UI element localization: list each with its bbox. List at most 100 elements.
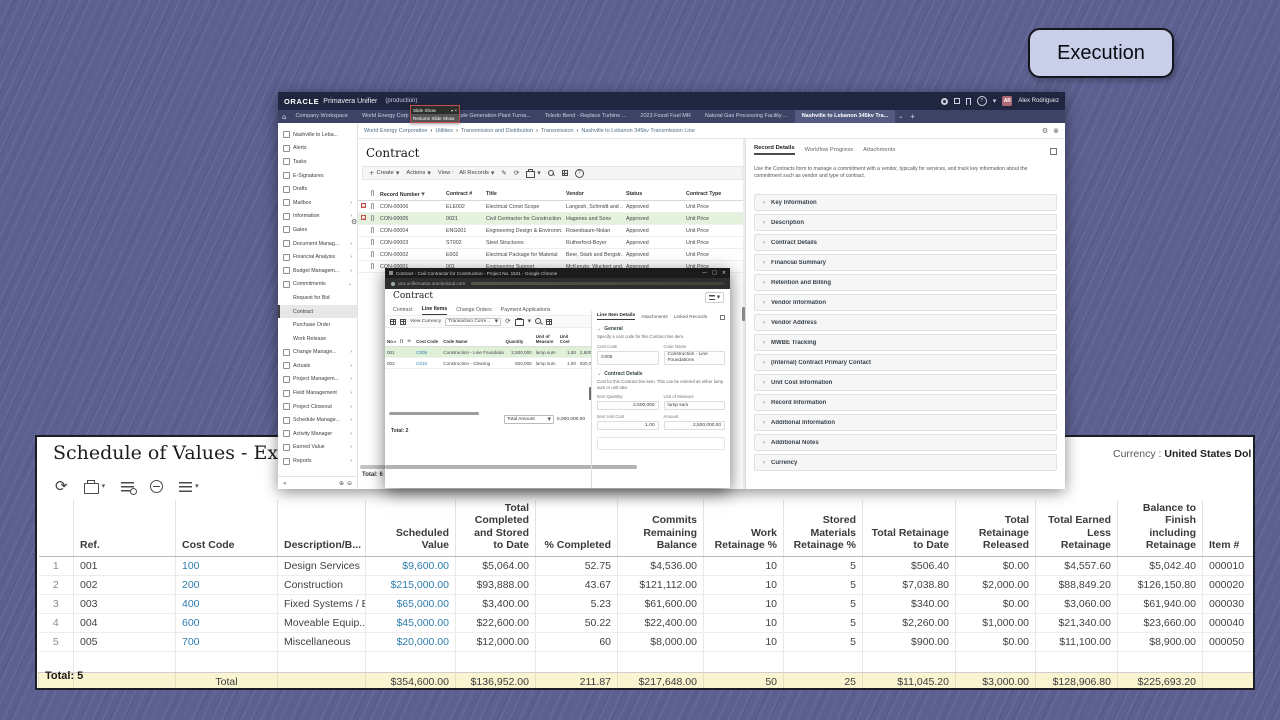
- sidebar-item[interactable]: Activity Manager ›: [278, 427, 357, 441]
- collapsible-section[interactable]: › Key Information: [754, 194, 1057, 211]
- col-no[interactable]: No.▾: [385, 330, 398, 347]
- collapsible-section[interactable]: › Vendor Address: [754, 314, 1057, 331]
- sidebar-item[interactable]: Project Closeout ›: [278, 400, 357, 414]
- collapsible-section[interactable]: › Description: [754, 214, 1057, 231]
- collapsible-section[interactable]: › Vendor Information: [754, 294, 1057, 311]
- table-scrollbar[interactable]: [389, 412, 479, 415]
- lineitem-row[interactable]: 001 C005 Construction - Line Foundations…: [385, 347, 591, 358]
- user-name[interactable]: Alex Rodriguez: [1018, 98, 1059, 104]
- collapsible-section[interactable]: › Financial Summary: [754, 254, 1057, 271]
- view-menu-button[interactable]: ▾: [179, 482, 199, 492]
- record-number-cell[interactable]: CON-00006: [377, 201, 443, 213]
- col-cost-code[interactable]: Cost Code: [176, 500, 278, 556]
- sidebar-item[interactable]: Information ›: [278, 210, 357, 224]
- lineitem-row[interactable]: 002 C010 Construction - Clearing 500,000…: [385, 358, 591, 369]
- sidebar-item[interactable]: Drafts: [278, 182, 357, 196]
- project-tab[interactable]: 2023 Fossil Fuel MR: [633, 110, 697, 123]
- col-vendor[interactable]: Vendor: [563, 188, 623, 201]
- popup-tab[interactable]: Payment Applications: [501, 307, 551, 315]
- collapsible-section[interactable]: › (Internal) Contract Primary Contact: [754, 354, 1057, 371]
- col-commits-remaining[interactable]: Commits Remaining Balance: [618, 500, 704, 556]
- contract-row[interactable]: CON-00005 0021 Civil Contractor for Cons…: [358, 213, 745, 225]
- col-record-number[interactable]: Record Number ▾: [377, 188, 443, 201]
- contract-row[interactable]: CON-00002 E002 Electrical Package for Ma…: [358, 249, 745, 261]
- currency-select[interactable]: Transaction Curre...▾: [445, 318, 501, 326]
- lineitem-details-tab[interactable]: Linked Records: [674, 315, 707, 320]
- cost-code-cell[interactable]: C010: [414, 358, 441, 369]
- collapsible-section[interactable]: › Currency: [754, 454, 1057, 471]
- grid-view-icon[interactable]: [390, 319, 396, 325]
- expand-icon[interactable]: [720, 315, 725, 320]
- sov-row[interactable]: 3 003 400 Fixed Systems / E... $65,000.0…: [39, 594, 1253, 613]
- collapse-sidebar-icon[interactable]: «: [283, 480, 287, 487]
- collapse-icon[interactable]: [150, 480, 163, 493]
- columns-icon[interactable]: [546, 319, 552, 325]
- col-retainage-to-date[interactable]: Total Retainage to Date: [863, 500, 956, 556]
- popup-urlbar[interactable]: us1.unifieruatos.oraclecloud.com: [385, 278, 730, 289]
- col-amount-clipped[interactable]: [578, 330, 591, 347]
- home-icon[interactable]: ⌂: [282, 113, 286, 121]
- col-retainage-released[interactable]: Total Retainage Released: [956, 500, 1036, 556]
- col-scheduled-value[interactable]: Scheduled Value: [366, 500, 456, 556]
- project-tab[interactable]: Toledo Bend - Replace Turbine ...: [538, 110, 634, 123]
- sidebar-item[interactable]: Work Release: [278, 332, 357, 346]
- add-tab-icon[interactable]: +: [910, 112, 915, 121]
- collapsible-section[interactable]: › Additional Notes: [754, 434, 1057, 451]
- maximize-icon[interactable]: □: [712, 270, 717, 276]
- zoom-in-icon[interactable]: ⊕: [339, 480, 344, 487]
- record-number-cell[interactable]: CON-00004: [377, 225, 443, 237]
- expand-icon[interactable]: [1050, 148, 1057, 155]
- col-cost-code[interactable]: Cost Code: [414, 330, 441, 347]
- sidebar-item[interactable]: Reports ›: [278, 454, 357, 468]
- col-ref[interactable]: Ref.: [74, 500, 176, 556]
- breadcrumb-item[interactable]: Transmission and Distribution: [453, 128, 533, 134]
- general-section-header[interactable]: ⌄ General: [597, 326, 725, 332]
- view-select[interactable]: View : All Records▾: [438, 170, 494, 177]
- sidebar-item[interactable]: Project Managem... ›: [278, 373, 357, 387]
- popup-tab[interactable]: Contract: [393, 307, 413, 315]
- collapsible-section[interactable]: › Record Information: [754, 394, 1057, 411]
- close-icon[interactable]: ×: [454, 108, 457, 113]
- col-pct-completed[interactable]: % Completed: [536, 500, 618, 556]
- record-number-cell[interactable]: CON-00003: [377, 237, 443, 249]
- col-work-retainage[interactable]: Work Retainage %: [704, 500, 784, 556]
- popup-tab[interactable]: Change Orders: [456, 307, 491, 315]
- chevron-down-icon[interactable]: ▾: [451, 108, 453, 113]
- sidebar-item[interactable]: Gates: [278, 223, 357, 237]
- col-item-number[interactable]: Item #: [1203, 500, 1253, 556]
- item-unit-cost-field[interactable]: 1.00: [597, 421, 659, 430]
- sidebar-item[interactable]: Request for Bid: [278, 291, 357, 305]
- sidebar-item[interactable]: Commitments ⌄: [278, 278, 357, 292]
- sidebar-item[interactable]: Change Manage... ›: [278, 346, 357, 360]
- tab-list-icon[interactable]: ⌄: [898, 114, 903, 120]
- project-tab[interactable]: World Energy Corp: [355, 110, 416, 123]
- col-unit-cost[interactable]: Unit Cost: [558, 330, 578, 347]
- cost-code-cell[interactable]: C005: [414, 347, 441, 358]
- sidebar-item[interactable]: Budget Managem... ›: [278, 264, 357, 278]
- sidebar-item[interactable]: Mailbox ›: [278, 196, 357, 210]
- contract-details-section-header[interactable]: ⌄ Contract Details: [597, 371, 725, 377]
- resume-slideshow-item[interactable]: Resume Slide Show: [411, 114, 459, 122]
- contract-row[interactable]: CON-00004 ENG001 Engineering Design & En…: [358, 225, 745, 237]
- sidebar-item[interactable]: Tasks: [278, 155, 357, 169]
- sidebar-item[interactable]: Field Management ›: [278, 386, 357, 400]
- scheduled-value-cell[interactable]: $20,000.00: [366, 632, 456, 651]
- refresh-icon[interactable]: ⟳: [505, 318, 510, 325]
- col-quantity[interactable]: Quantity: [504, 330, 534, 347]
- chevron-down-icon[interactable]: ▾: [993, 98, 997, 105]
- record-number-cell[interactable]: CON-00005: [377, 213, 443, 225]
- sov-row[interactable]: 4 004 600 Moveable Equip... $45,000.00 $…: [39, 613, 1253, 632]
- avatar[interactable]: AR: [1002, 96, 1012, 106]
- sidebar-item[interactable]: Nashville to Leba...: [278, 128, 357, 142]
- refresh-button[interactable]: ⟳: [514, 170, 519, 177]
- breadcrumb-item[interactable]: Nashville to Lebanon 345kv Transmission …: [574, 128, 695, 134]
- collapsible-section[interactable]: › Contract Details: [754, 234, 1057, 251]
- sov-row[interactable]: 5 005 700 Miscellaneous $20,000.00 $12,0…: [39, 632, 1253, 651]
- help-icon[interactable]: ?: [977, 96, 987, 106]
- popup-titlebar[interactable]: Contract - Civil Contractor for Construc…: [385, 268, 730, 278]
- print-icon[interactable]: [515, 319, 524, 326]
- create-button[interactable]: +Create▾: [369, 170, 399, 177]
- lineitem-details-tab[interactable]: Attachments: [641, 315, 668, 320]
- print-button[interactable]: ▾: [84, 479, 106, 494]
- select-all-header[interactable]: [358, 188, 368, 201]
